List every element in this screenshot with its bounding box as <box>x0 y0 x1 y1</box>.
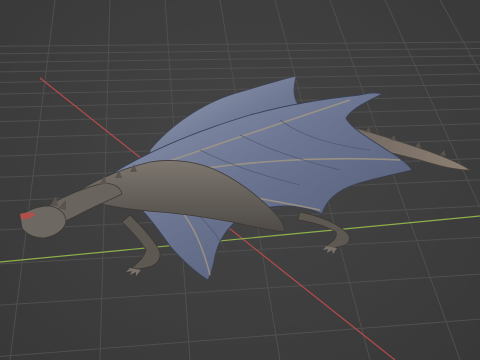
dragon-hind-leg <box>297 211 350 248</box>
front-claw <box>126 268 141 276</box>
dragon-head <box>19 205 67 239</box>
dragon-model[interactable] <box>19 75 472 281</box>
3d-viewport[interactable] <box>0 0 480 360</box>
viewport-canvas[interactable] <box>0 0 480 360</box>
